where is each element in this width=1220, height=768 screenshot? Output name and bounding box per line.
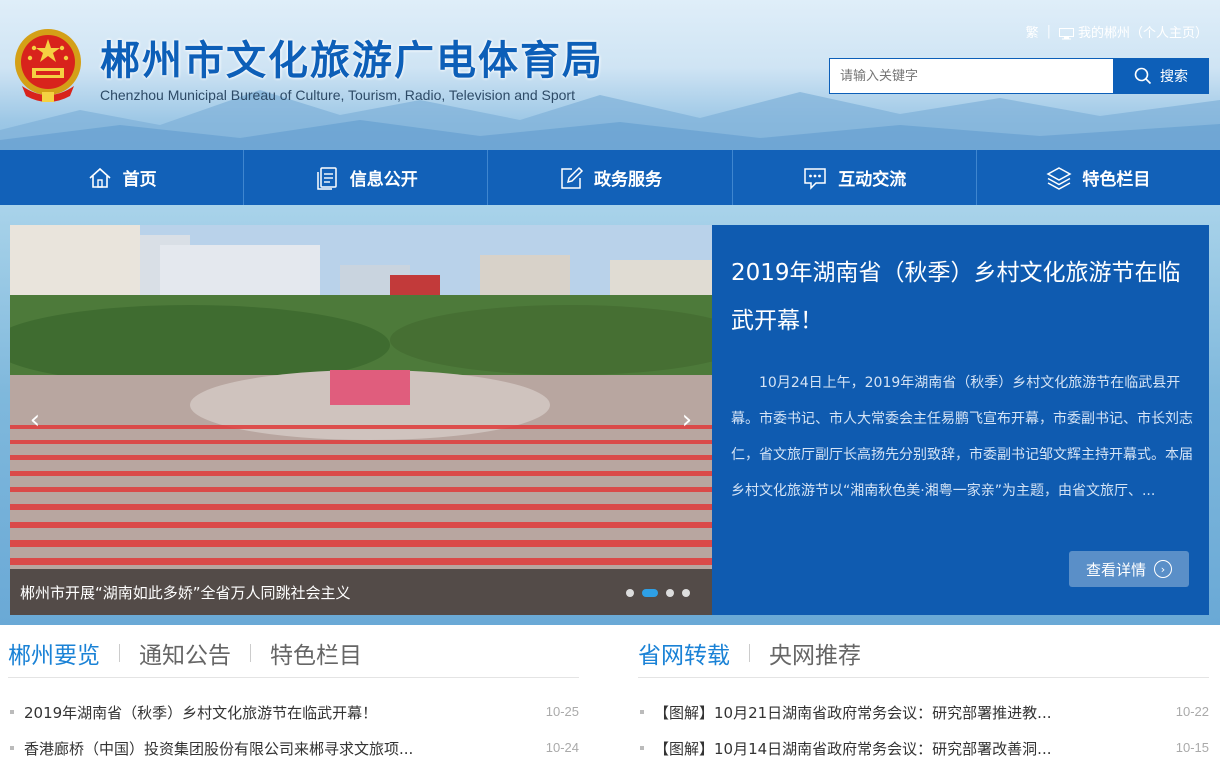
layers-icon [1046, 166, 1072, 190]
list-item[interactable]: 2019年湖南省（秋季）乡村文化旅游节在临武开幕！ 10-25 [8, 702, 579, 738]
nav-item-gov-services[interactable]: 政务服务 [488, 150, 733, 205]
tab-featured-columns[interactable]: 特色栏目 [270, 636, 362, 670]
list-item[interactable]: 【图解】10月14日湖南省政府常务会议：研究部署改善洞... 10-15 [638, 738, 1209, 768]
list-item[interactable]: 香港廊桥（中国）投资集团股份有限公司来郴寻求文旅项... 10-24 [8, 738, 579, 768]
bullet-icon [640, 746, 644, 750]
chevron-right-icon: › [1154, 560, 1172, 578]
view-details-button[interactable]: 查看详情 › [1069, 551, 1189, 587]
bullet-icon [640, 710, 644, 714]
featured-article: 2019年湖南省（秋季）乡村文化旅游节在临武开幕！ 10月24日上午，2019年… [712, 225, 1209, 615]
tab-notices[interactable]: 通知公告 [139, 636, 231, 670]
view-details-label: 查看详情 [1085, 560, 1146, 579]
top-links: 繁 | 我的郴州（个人主页） [1026, 22, 1208, 41]
site-subtitle: Chenzhou Municipal Bureau of Culture, To… [100, 87, 575, 103]
tab-divider [749, 644, 750, 662]
slider-dot[interactable] [682, 589, 690, 597]
divider: | [1046, 24, 1051, 39]
site-title: 郴州市文化旅游广电体育局 [100, 38, 604, 84]
slide-caption[interactable]: 郴州市开展“湖南如此多娇”全省万人同跳社会主义 [20, 582, 351, 603]
main-nav: 首页 信息公开 政务服务 互动交流 特色栏目 [0, 150, 1220, 205]
list-item-date: 10-15 [1175, 740, 1209, 755]
traditional-chinese-link[interactable]: 繁 [1026, 22, 1039, 41]
left-news-list: 2019年湖南省（秋季）乡村文化旅游节在临武开幕！ 10-25 香港廊桥（中国）… [8, 702, 579, 768]
left-news-tabs: 郴州要览 通知公告 特色栏目 [8, 636, 362, 670]
featured-summary: 10月24日上午，2019年湖南省（秋季）乡村文化旅游节在临武县开幕。市委书记、… [731, 375, 1193, 499]
search-icon [1134, 67, 1152, 85]
bullet-icon [10, 746, 14, 750]
nav-item-home[interactable]: 首页 [0, 150, 245, 205]
tab-underline [8, 677, 579, 678]
slide-caption-bar: 郴州市开展“湖南如此多娇”全省万人同跳社会主义 [10, 569, 712, 615]
nav-label: 政务服务 [594, 170, 662, 190]
featured-title[interactable]: 2019年湖南省（秋季）乡村文化旅游节在临武开幕！ [731, 249, 1191, 345]
slide-photo [10, 225, 712, 615]
list-item-title[interactable]: 【图解】10月21日湖南省政府常务会议：研究部署推进教... [654, 702, 1166, 723]
computer-icon [1058, 27, 1074, 39]
list-item[interactable]: 【图解】10月21日湖南省政府常务会议：研究部署推进教... 10-22 [638, 702, 1209, 738]
list-item-date: 10-24 [545, 740, 579, 755]
home-icon [89, 167, 111, 188]
list-item-date: 10-25 [545, 704, 579, 719]
tab-chenzhou-overview[interactable]: 郴州要览 [8, 636, 100, 670]
tab-divider [119, 644, 120, 662]
chat-icon [804, 167, 826, 190]
search-button-label: 搜索 [1160, 69, 1188, 85]
my-chenzhou-label: 我的郴州（个人主页） [1077, 26, 1208, 41]
my-chenzhou-link[interactable]: 我的郴州（个人主页） [1058, 22, 1208, 41]
tab-divider [250, 644, 251, 662]
slider-next-button[interactable]: › [672, 400, 702, 440]
slider-prev-button[interactable]: ‹ [20, 400, 50, 440]
search-button[interactable]: 搜索 [1113, 58, 1209, 94]
edit-icon [561, 166, 584, 189]
nav-item-info-disclosure[interactable]: 信息公开 [244, 150, 489, 205]
nav-label: 信息公开 [349, 170, 418, 190]
slider-dot[interactable] [666, 589, 674, 597]
nav-item-featured[interactable]: 特色栏目 [977, 150, 1220, 205]
tab-central-recommend[interactable]: 央网推荐 [769, 636, 861, 670]
slider-dots [626, 589, 690, 597]
list-item-date: 10-22 [1175, 704, 1209, 719]
list-item-title[interactable]: 香港廊桥（中国）投资集团股份有限公司来郴寻求文旅项... [24, 738, 536, 759]
right-news-tabs: 省网转载 央网推荐 [638, 636, 861, 670]
tab-provincial-reprints[interactable]: 省网转载 [638, 636, 730, 670]
document-icon [317, 166, 337, 190]
nav-label: 特色栏目 [1082, 170, 1151, 190]
national-emblem-icon [15, 29, 81, 102]
slider-dot-active[interactable] [642, 589, 658, 597]
nav-label: 互动交流 [838, 170, 907, 190]
search-input[interactable] [829, 58, 1114, 94]
bullet-icon [10, 710, 14, 714]
list-item-title[interactable]: 【图解】10月14日湖南省政府常务会议：研究部署改善洞... [654, 738, 1166, 759]
right-news-list: 【图解】10月21日湖南省政府常务会议：研究部署推进教... 10-22 【图解… [638, 702, 1209, 768]
nav-label: 首页 [122, 170, 157, 190]
nav-item-interaction[interactable]: 互动交流 [733, 150, 977, 205]
list-item-title[interactable]: 2019年湖南省（秋季）乡村文化旅游节在临武开幕！ [24, 702, 536, 723]
photo-slider[interactable]: ‹ › 郴州市开展“湖南如此多娇”全省万人同跳社会主义 [10, 225, 712, 615]
slider-dot[interactable] [626, 589, 634, 597]
tab-underline [638, 677, 1209, 678]
